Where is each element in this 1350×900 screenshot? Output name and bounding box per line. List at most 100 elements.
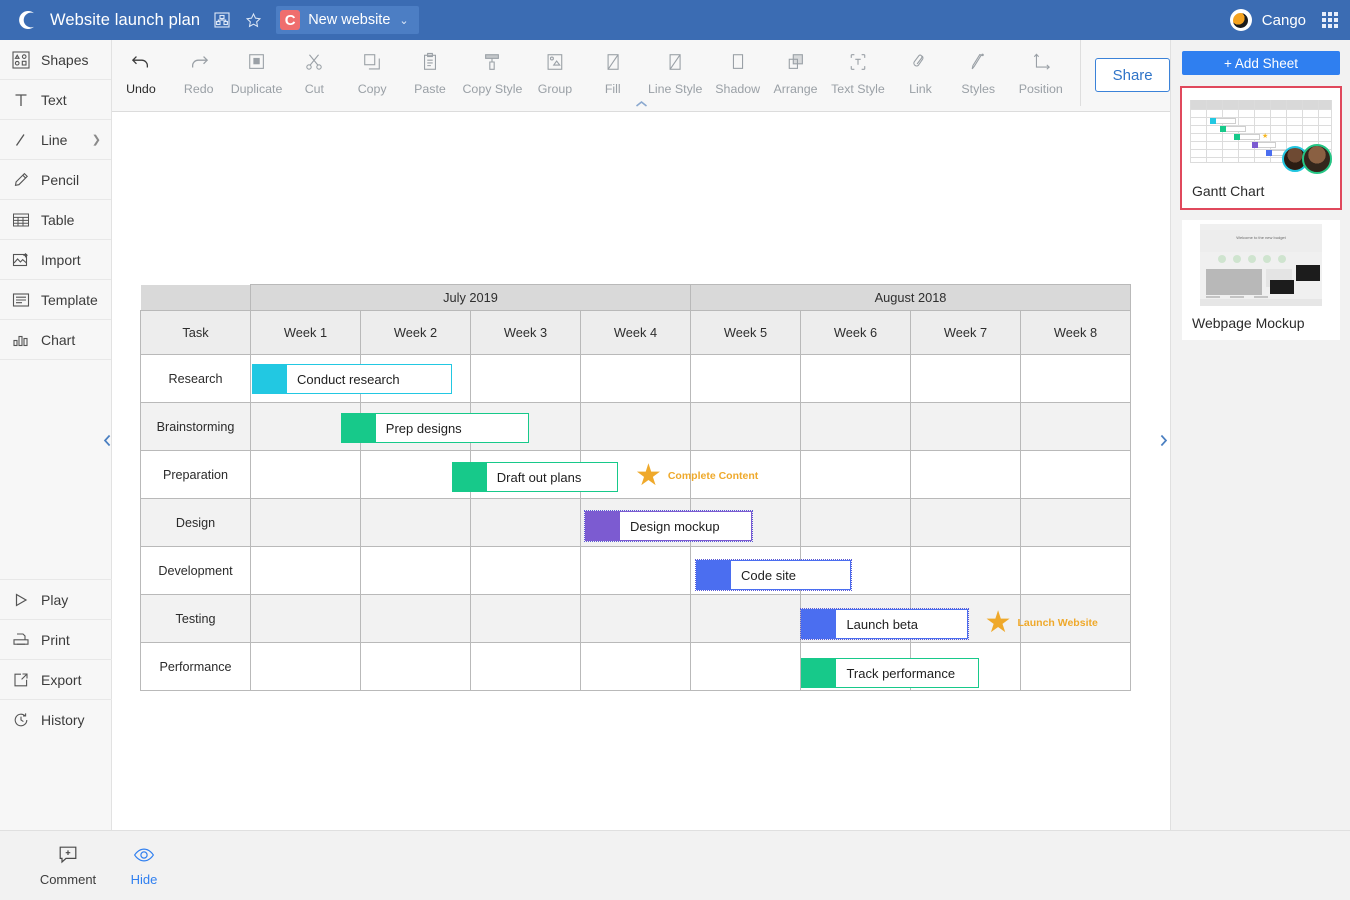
- ribbon-label: Redo: [183, 82, 214, 96]
- ribbon-label: Line Style: [648, 82, 703, 96]
- collaborator-avatar: [1302, 144, 1332, 174]
- import-image-icon: [10, 249, 32, 271]
- ribbon-label: Undo: [126, 82, 156, 96]
- sheet-thumbnail-webpage-mockup[interactable]: Welcome to the new budget Webpage Mockup: [1182, 220, 1340, 340]
- task-name: Performance: [140, 642, 251, 691]
- shapes-icon: [10, 49, 32, 71]
- mockup-hero-text: Welcome to the new budget: [1236, 235, 1286, 240]
- table-icon: [10, 209, 32, 231]
- sidebar-label: Line: [41, 131, 68, 148]
- sidebar-item-print[interactable]: Print: [0, 619, 112, 659]
- account-avatar-icon[interactable]: [1229, 9, 1252, 31]
- column-header-week: Week 2: [360, 310, 471, 355]
- print-icon: [10, 629, 32, 651]
- collapse-left-panel-toggle[interactable]: [100, 425, 114, 455]
- sidebar-item-export[interactable]: Export: [0, 659, 112, 699]
- undo-icon: [130, 49, 152, 75]
- table-row[interactable]: Testing: [140, 594, 1131, 643]
- page-title[interactable]: Website launch plan: [50, 11, 200, 30]
- table-row[interactable]: Development: [140, 546, 1131, 595]
- gantt-chart[interactable]: July 2019 August 2018 Task Week 1 Week 2…: [140, 284, 1131, 691]
- gantt-bar[interactable]: Track performance: [801, 658, 980, 688]
- sidebar-label: Play: [41, 591, 69, 608]
- sidebar-item-shapes[interactable]: Shapes: [0, 40, 111, 80]
- column-header-week: Week 3: [470, 310, 581, 355]
- gantt-bar[interactable]: Draft out plans: [451, 462, 619, 492]
- gantt-bar[interactable]: Code site: [694, 559, 853, 591]
- ribbon-collapse-toggle[interactable]: [112, 96, 1170, 112]
- app-logo-icon[interactable]: [14, 7, 40, 33]
- text-style-icon: [848, 49, 868, 75]
- sidebar-item-line[interactable]: Line ❯: [0, 120, 111, 160]
- sidebar-item-chart[interactable]: Chart: [0, 320, 111, 360]
- gantt-bar-swatch: [452, 463, 487, 491]
- column-header-week: Week 5: [690, 310, 801, 355]
- arrange-icon: [786, 49, 806, 75]
- apps-grid-icon[interactable]: [1322, 12, 1338, 28]
- gantt-bar-label: Prep designs: [375, 414, 529, 442]
- sheet-name: Webpage Mockup: [1192, 315, 1305, 331]
- gantt-bar[interactable]: Conduct research: [252, 364, 452, 394]
- task-name: Research: [140, 354, 251, 403]
- account-area: Cango: [1229, 0, 1338, 40]
- gantt-column-header-row: Task Week 1 Week 2 Week 3 Week 4 Week 5 …: [140, 310, 1131, 355]
- gantt-bar[interactable]: Design mockup: [584, 510, 753, 542]
- redo-icon: [188, 49, 210, 75]
- ribbon-label: Copy Style: [462, 82, 523, 96]
- share-button[interactable]: Share: [1095, 58, 1170, 92]
- sidebar-item-pencil[interactable]: Pencil: [0, 160, 111, 200]
- comment-plus-icon: [57, 843, 79, 867]
- sidebar-label: Shapes: [41, 51, 89, 68]
- ribbon-label: Paste: [414, 82, 446, 96]
- sidebar-item-template[interactable]: Template: [0, 280, 111, 320]
- sidebar-item-text[interactable]: Text: [0, 80, 111, 120]
- play-icon: [10, 589, 32, 611]
- month-header-spacer: [140, 284, 251, 311]
- copy-style-icon: [482, 49, 502, 75]
- milestone-label: Complete Content: [667, 470, 759, 482]
- design-canvas[interactable]: July 2019 August 2018 Task Week 1 Week 2…: [112, 112, 1170, 830]
- ribbon-label: Copy: [357, 82, 387, 96]
- link-icon: [910, 49, 930, 75]
- sheet-preview-webpage: Welcome to the new budget: [1182, 220, 1340, 308]
- sidebar-item-table[interactable]: Table: [0, 200, 111, 240]
- sidebar-label: Pencil: [41, 171, 80, 188]
- favorite-star-icon[interactable]: [244, 11, 262, 29]
- ribbon-label: Position: [1018, 82, 1063, 96]
- comment-button[interactable]: Comment: [32, 843, 104, 887]
- gantt-bar[interactable]: Prep designs: [340, 413, 530, 443]
- text-icon: [10, 89, 32, 111]
- collapse-right-panel-toggle[interactable]: [1156, 425, 1170, 455]
- gantt-bar-swatch: [697, 561, 731, 589]
- gantt-bar-label: Conduct research: [287, 365, 451, 393]
- task-name: Brainstorming: [140, 402, 251, 451]
- sidebar-item-play[interactable]: Play: [0, 579, 112, 619]
- column-header-week: Week 4: [580, 310, 691, 355]
- ribbon-label: Shadow: [715, 82, 761, 96]
- column-header-week: Week 8: [1020, 310, 1131, 355]
- sidebar-label: Print: [41, 631, 70, 648]
- sidebar-item-history[interactable]: History: [0, 699, 112, 739]
- sheet-name: Gantt Chart: [1192, 183, 1265, 199]
- fill-icon: [603, 49, 623, 75]
- sidebar-item-import[interactable]: Import: [0, 240, 111, 280]
- task-name: Design: [140, 498, 251, 547]
- gantt-milestone[interactable]: ★ Launch Website: [985, 608, 1098, 638]
- account-name[interactable]: Cango: [1262, 12, 1306, 29]
- table-row[interactable]: Performance: [140, 642, 1131, 691]
- sheet-tab-new-website[interactable]: C New website ⌄: [276, 6, 419, 34]
- column-header-week: Week 1: [250, 310, 361, 355]
- title-bar: Website launch plan C New website ⌄ Cang…: [0, 0, 1350, 40]
- table-row[interactable]: Brainstorming: [140, 402, 1131, 451]
- ribbon-label: Link: [909, 82, 932, 96]
- column-header-week: Week 6: [800, 310, 911, 355]
- gantt-milestone[interactable]: ★ Complete Content: [635, 461, 758, 491]
- sheet-thumbnail-gantt-chart[interactable]: ★ ★ Gantt Chart: [1180, 86, 1342, 210]
- chevron-right-icon[interactable]: ❯: [92, 133, 101, 146]
- add-sheet-button[interactable]: + Add Sheet: [1182, 51, 1340, 75]
- org-chart-icon[interactable]: [213, 11, 231, 29]
- chevron-down-icon[interactable]: ⌄: [399, 14, 408, 27]
- hide-button[interactable]: Hide: [108, 843, 180, 887]
- gantt-bar[interactable]: Launch beta: [800, 608, 969, 640]
- sidebar-label: Template: [41, 291, 98, 308]
